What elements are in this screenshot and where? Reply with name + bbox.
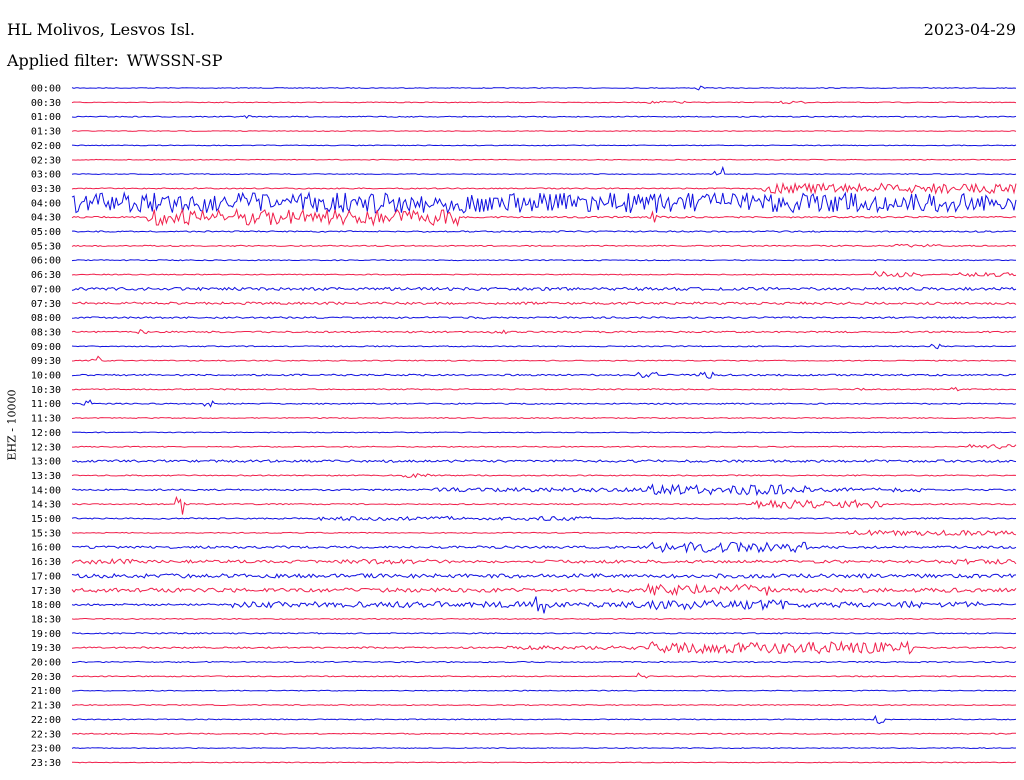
trace-1930	[71, 640, 1017, 655]
time-tick-label: 07:30	[31, 299, 61, 310]
time-tick-label: 05:00	[31, 227, 61, 238]
trace-1300	[71, 459, 1017, 463]
trace-1130	[71, 417, 1017, 420]
trace-1700	[71, 572, 1017, 579]
time-tick-label: 19:00	[31, 629, 61, 640]
trace-0500	[71, 230, 1017, 233]
trace-1400	[71, 483, 1017, 497]
time-tick-label: 07:00	[31, 284, 61, 295]
time-tick-label: 00:30	[31, 98, 61, 109]
time-tick-label: 21:00	[31, 686, 61, 697]
time-tick-label: 08:30	[31, 327, 61, 338]
trace-1330	[71, 473, 1017, 479]
time-tick-label: 10:00	[31, 371, 61, 382]
trace-0400	[71, 191, 1017, 215]
time-tick-label: 15:30	[31, 528, 61, 539]
time-tick-label: 11:00	[31, 399, 61, 410]
trace-1500	[71, 515, 1017, 522]
time-tick-label: 04:30	[31, 213, 61, 224]
trace-2100	[71, 689, 1017, 692]
trace-0530	[71, 243, 1017, 248]
trace-0430	[71, 207, 1017, 227]
time-tick-label: 21:30	[31, 701, 61, 712]
time-tick-label: 09:30	[31, 356, 61, 367]
time-tick-label: 12:00	[31, 428, 61, 439]
trace-0230	[72, 158, 1016, 161]
trace-0730	[71, 301, 1017, 306]
time-tick-label: 17:30	[31, 586, 61, 597]
time-tick-label: 18:00	[31, 600, 61, 611]
time-tick-label: 01:00	[31, 112, 61, 123]
trace-0000	[71, 85, 1017, 91]
trace-1530	[71, 529, 1017, 537]
time-tick-label: 00:00	[31, 84, 61, 95]
trace-1630	[71, 557, 1017, 565]
time-tick-label: 02:00	[31, 141, 61, 152]
trace-1900	[71, 632, 1017, 635]
time-tick-label: 14:00	[31, 485, 61, 496]
time-tick-label: 11:30	[31, 414, 61, 425]
trace-0700	[71, 286, 1017, 292]
seismogram-plot: 00:00 00:30 01:00 01:30 02:00 02:30 03:00 03:30…	[31, 84, 1017, 769]
time-tick-label: 05:30	[31, 241, 61, 252]
trace-0900	[71, 343, 1017, 350]
trace-1230	[72, 443, 1017, 450]
trace-1800	[71, 596, 1017, 614]
time-tick-label: 06:30	[31, 270, 61, 281]
time-tick-label: 10:30	[31, 385, 61, 396]
trace-2130	[71, 704, 1017, 707]
time-tick-label: 16:30	[31, 557, 61, 568]
time-tick-label: 04:00	[31, 198, 61, 209]
time-tick-label: 18:30	[31, 614, 61, 625]
trace-0130	[71, 130, 1017, 132]
time-tick-label: 20:00	[31, 658, 61, 669]
trace-0800	[71, 316, 1017, 320]
trace-2300	[71, 747, 1017, 750]
time-tick-label: 22:30	[31, 729, 61, 740]
time-tick-label: 20:30	[31, 672, 61, 683]
trace-1030	[71, 386, 1017, 392]
time-tick-label: 19:30	[31, 643, 61, 654]
time-tick-label: 02:30	[31, 155, 61, 166]
trace-0630	[71, 270, 1017, 278]
trace-1830	[71, 617, 1016, 620]
time-tick-label: 13:30	[31, 471, 61, 482]
trace-0930	[71, 355, 1017, 362]
trace-0330	[71, 181, 1017, 195]
time-tick-label: 09:00	[31, 342, 61, 353]
time-tick-label: 15:00	[31, 514, 61, 525]
time-tick-label: 08:00	[31, 313, 61, 324]
trace-2030	[71, 672, 1016, 679]
time-tick-label: 13:00	[31, 457, 61, 468]
time-tick-label: 12:30	[31, 442, 61, 453]
time-tick-label: 01:30	[31, 127, 61, 138]
trace-0600	[71, 259, 1016, 262]
trace-2200	[71, 714, 1017, 725]
trace-1430	[71, 495, 1017, 515]
trace-2000	[71, 660, 1017, 664]
time-tick-label: 22:00	[31, 715, 61, 726]
trace-1200	[71, 431, 1017, 434]
trace-1000	[71, 371, 1017, 379]
time-tick-label: 03:00	[31, 170, 61, 181]
trace-1100	[71, 399, 1017, 408]
trace-0100	[71, 114, 1017, 119]
trace-0200	[71, 144, 1017, 147]
trace-0830	[71, 329, 1017, 335]
time-tick-label: 03:30	[31, 184, 61, 195]
trace-1730	[71, 582, 1017, 597]
trace-2330	[71, 761, 1017, 764]
time-tick-label: 06:00	[31, 256, 61, 267]
trace-2230	[71, 732, 1016, 735]
trace-0030	[71, 100, 1017, 105]
trace-1600	[71, 541, 1017, 554]
time-tick-label: 23:00	[31, 744, 61, 755]
time-tick-label: 23:30	[31, 758, 61, 769]
trace-0300	[71, 165, 1017, 176]
time-tick-label: 16:00	[31, 543, 61, 554]
time-tick-label: 14:30	[31, 500, 61, 511]
time-tick-label: 17:00	[31, 571, 61, 582]
